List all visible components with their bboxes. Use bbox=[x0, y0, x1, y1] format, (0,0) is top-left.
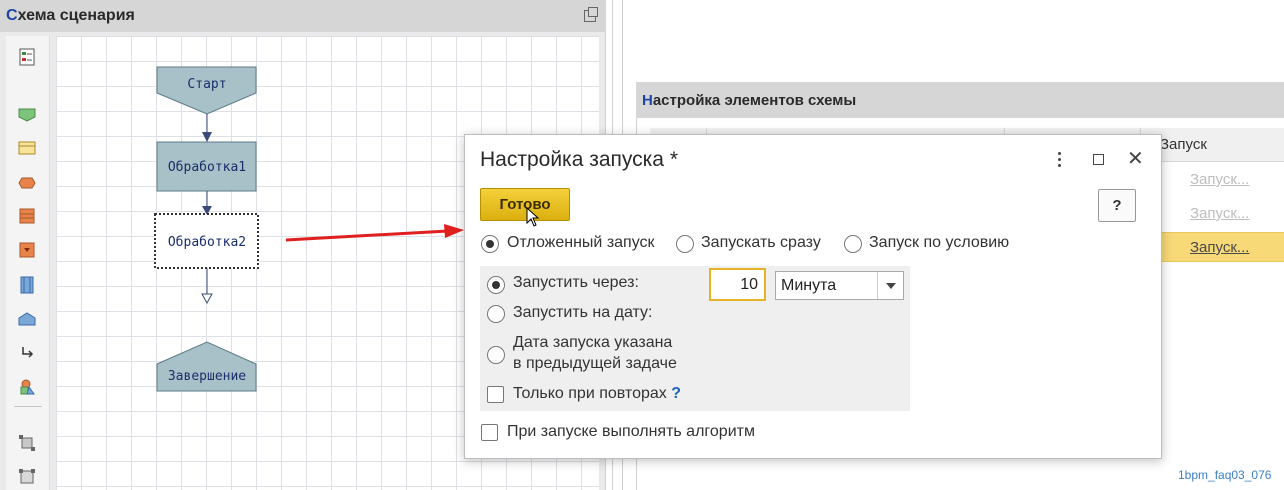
column-header-launch[interactable]: Запуск bbox=[1160, 136, 1207, 153]
repeat-help-icon[interactable]: ? bbox=[671, 385, 681, 402]
action-shape-tool-icon[interactable] bbox=[16, 137, 38, 159]
watermark-label: 1bpm_faq03_076 bbox=[1178, 468, 1272, 482]
run-algorithm-checkbox[interactable] bbox=[481, 424, 498, 441]
diagram-toolbar bbox=[6, 36, 50, 490]
start-node-label: Старт bbox=[187, 77, 226, 92]
delay-amount-input[interactable]: 10 bbox=[709, 268, 766, 301]
processing1-label: Обработка1 bbox=[168, 160, 246, 175]
done-button[interactable]: Готово bbox=[480, 188, 570, 221]
connector-tool-icon[interactable] bbox=[16, 342, 38, 364]
run-on-date-label[interactable]: Запустить на дату: bbox=[513, 304, 652, 322]
arrow-head-open bbox=[201, 293, 213, 305]
run-after-label[interactable]: Запустить через: bbox=[513, 274, 639, 292]
group-tool-icon[interactable] bbox=[16, 466, 38, 488]
row-launch-link-selected[interactable]: Запуск... bbox=[1190, 239, 1249, 256]
run-on-date-radio[interactable] bbox=[487, 305, 505, 323]
restore-window-icon[interactable] bbox=[584, 7, 598, 22]
processing-shape-tool-icon[interactable] bbox=[16, 205, 38, 227]
run-after-radio[interactable] bbox=[487, 276, 505, 294]
start-shape-tool-icon[interactable] bbox=[16, 104, 38, 126]
date-from-previous-task-label-line2[interactable]: в предыдущей задаче bbox=[513, 355, 677, 373]
toolbar-separator bbox=[14, 406, 42, 407]
mouse-cursor-icon bbox=[526, 207, 540, 227]
split-shape-tool-icon[interactable] bbox=[16, 274, 38, 296]
scheme-panel-title: Схема сценария bbox=[6, 7, 135, 24]
end-shape-tool-icon[interactable] bbox=[16, 308, 38, 330]
processing2-label: Обработка2 bbox=[168, 235, 246, 250]
end-node-label: Завершение bbox=[168, 369, 246, 384]
align-tool-icon[interactable] bbox=[16, 432, 38, 454]
help-button[interactable]: ? bbox=[1098, 189, 1136, 222]
elements-panel-title: Настройка элементов схемы bbox=[642, 92, 857, 109]
properties-icon[interactable] bbox=[16, 46, 38, 68]
immediate-launch-radio[interactable] bbox=[676, 235, 694, 253]
delay-unit-value: Минута bbox=[781, 277, 837, 294]
annotation-red-arrow bbox=[285, 224, 464, 242]
date-from-previous-task-radio[interactable] bbox=[487, 346, 505, 364]
condition-shape-tool-icon[interactable] bbox=[16, 172, 38, 194]
deferred-launch-radio[interactable] bbox=[481, 235, 499, 253]
row-launch-link[interactable]: Запуск... bbox=[1190, 171, 1249, 188]
only-on-repeat-checkbox[interactable] bbox=[487, 386, 504, 403]
processing1-node[interactable]: Обработка1 bbox=[156, 141, 257, 192]
row-launch-link[interactable]: Запуск... bbox=[1190, 205, 1249, 222]
deferred-launch-label[interactable]: Отложенный запуск bbox=[507, 234, 655, 252]
chevron-down-icon[interactable] bbox=[877, 272, 903, 299]
end-node[interactable]: Завершение bbox=[156, 341, 257, 392]
processing2-node[interactable]: Обработка2 bbox=[154, 213, 259, 269]
date-from-previous-task-label-line1[interactable]: Дата запуска указана bbox=[513, 334, 672, 352]
conditional-launch-radio[interactable] bbox=[844, 235, 862, 253]
arrow-head bbox=[202, 132, 212, 142]
nested-process-tool-icon[interactable] bbox=[16, 239, 38, 261]
dialog-title: Настройка запуска * bbox=[480, 148, 678, 171]
run-algorithm-label[interactable]: При запуске выполнять алгоритм bbox=[507, 423, 755, 441]
close-icon[interactable]: ✕ bbox=[1127, 149, 1144, 169]
immediate-launch-label[interactable]: Запускать сразу bbox=[701, 234, 821, 252]
conditional-launch-label[interactable]: Запуск по условию bbox=[869, 234, 1009, 252]
start-node[interactable]: Старт bbox=[156, 66, 257, 115]
only-on-repeat-label[interactable]: Только при повторах ? bbox=[513, 385, 681, 403]
maximize-icon[interactable] bbox=[1093, 154, 1104, 165]
decoration-tool-icon[interactable] bbox=[16, 376, 38, 398]
more-options-icon[interactable] bbox=[1056, 151, 1064, 169]
